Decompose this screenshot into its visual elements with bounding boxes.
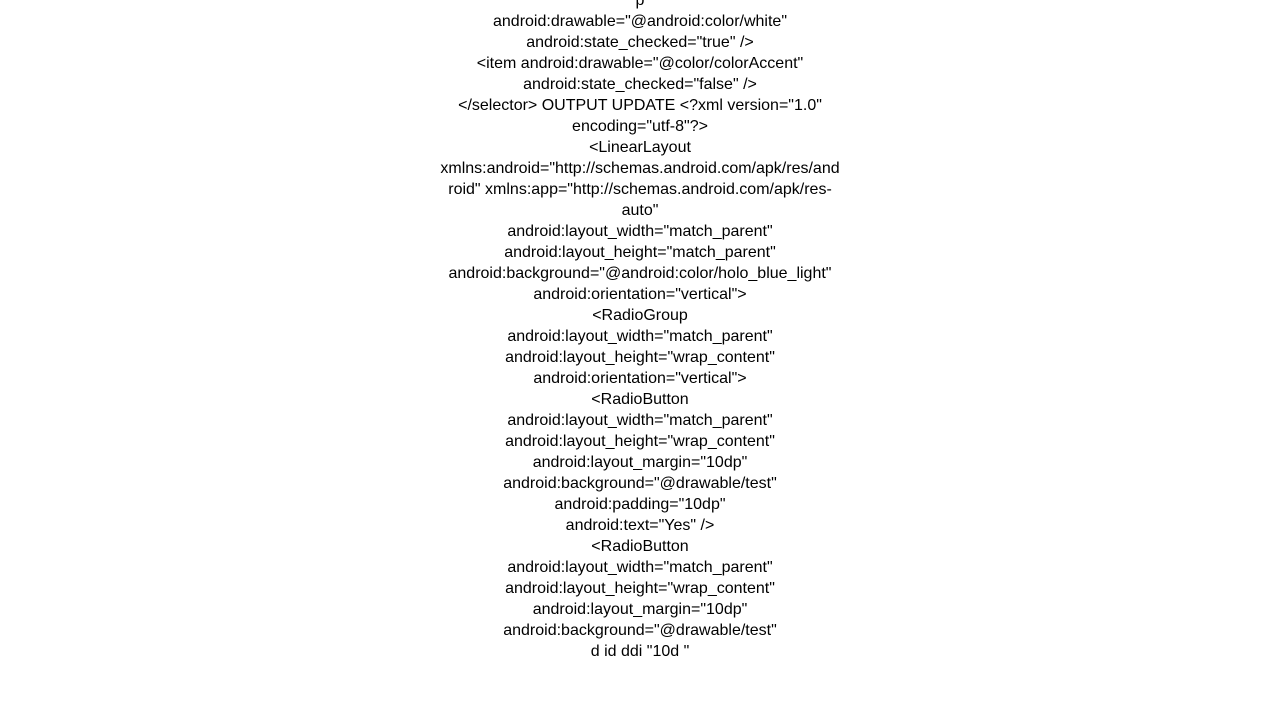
- code-line: android:background="@drawable/test": [440, 620, 840, 641]
- code-line: <LinearLayout xmlns:android="http://sche…: [440, 137, 840, 221]
- code-line: android:layout_width="match_parent": [440, 410, 840, 431]
- code-line: android:layout_height="wrap_content": [440, 578, 840, 599]
- code-line: android:orientation="vertical">: [440, 284, 840, 305]
- code-line: d id ddi "10d ": [440, 641, 840, 662]
- code-line: <item android:drawable="@color/colorAcce…: [440, 53, 840, 95]
- code-line: p: [440, 0, 840, 11]
- code-line: android:padding="10dp": [440, 494, 840, 515]
- code-line: android:layout_height="wrap_content": [440, 431, 840, 452]
- code-line: android:background="@android:color/holo_…: [440, 263, 840, 284]
- code-line: android:background="@drawable/test": [440, 473, 840, 494]
- code-line: android:drawable="@android:color/white" …: [440, 11, 840, 53]
- code-line: <RadioGroup: [440, 305, 840, 326]
- code-line: android:orientation="vertical">: [440, 368, 840, 389]
- code-line: android:layout_margin="10dp": [440, 452, 840, 473]
- code-line: android:layout_width="match_parent": [440, 221, 840, 242]
- code-content: p android:drawable="@android:color/white…: [440, 0, 840, 720]
- code-line: </selector> OUTPUT UPDATE <?xml version=…: [440, 95, 840, 137]
- code-line: android:layout_height="wrap_content": [440, 347, 840, 368]
- code-line: android:layout_margin="10dp": [440, 599, 840, 620]
- code-line: <RadioButton: [440, 389, 840, 410]
- code-line: <RadioButton: [440, 536, 840, 557]
- code-line: android:layout_height="match_parent": [440, 242, 840, 263]
- code-line: android:text="Yes" />: [440, 515, 840, 536]
- code-line: android:layout_width="match_parent": [440, 326, 840, 347]
- code-line: android:layout_width="match_parent": [440, 557, 840, 578]
